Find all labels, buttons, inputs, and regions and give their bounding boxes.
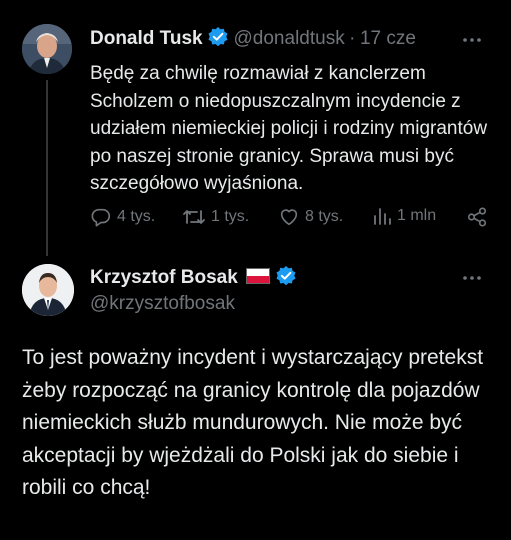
avatar-krzysztof-bosak[interactable] bbox=[22, 264, 74, 316]
verified-badge-icon bbox=[275, 265, 297, 292]
views-icon bbox=[374, 208, 391, 225]
views-count: 1 mln bbox=[397, 207, 437, 224]
reply-icon bbox=[91, 208, 111, 227]
separator-dot: · bbox=[349, 28, 356, 49]
repost-button[interactable]: 1 tys. bbox=[182, 206, 249, 228]
thread-connector bbox=[46, 80, 48, 256]
views-button[interactable]: 1 mln bbox=[372, 206, 436, 226]
tweet1-actions: 4 tys. 1 tys. 8 tys. 1 mln bbox=[90, 206, 495, 234]
like-button[interactable]: 8 tys. bbox=[278, 206, 343, 228]
like-count: 8 tys. bbox=[305, 208, 344, 225]
heart-icon bbox=[280, 209, 298, 226]
repost-count: 1 tys. bbox=[211, 208, 250, 225]
more-icon[interactable] bbox=[462, 30, 482, 44]
poland-flag-icon bbox=[246, 268, 271, 284]
author-name[interactable]: Krzysztof Bosak bbox=[90, 267, 238, 288]
tweet2-text: To jest poważny incydent i wystarczający… bbox=[22, 346, 484, 499]
reply-count: 4 tys. bbox=[117, 208, 156, 225]
share-button[interactable] bbox=[466, 206, 488, 228]
author-handle[interactable]: @krzysztofbosak bbox=[90, 293, 235, 315]
verified-badge-icon bbox=[207, 26, 229, 53]
share-icon bbox=[467, 207, 487, 227]
repost-icon bbox=[183, 210, 205, 224]
author-handle[interactable]: @donaldtusk bbox=[234, 28, 345, 49]
tweet-date[interactable]: 17 cze bbox=[360, 28, 416, 49]
reply-button[interactable]: 4 tys. bbox=[90, 206, 155, 228]
tweet2-header: Krzysztof Bosak bbox=[90, 265, 297, 292]
author-name[interactable]: Donald Tusk bbox=[90, 28, 203, 49]
more-icon[interactable] bbox=[462, 268, 482, 282]
tweet1-header: Donald Tusk @donaldtusk · 17 cze bbox=[90, 26, 416, 53]
tweet1-text: Będę za chwilę rozmawiał z kanclerzem Sc… bbox=[90, 63, 488, 194]
avatar-donald-tusk[interactable] bbox=[22, 24, 72, 74]
